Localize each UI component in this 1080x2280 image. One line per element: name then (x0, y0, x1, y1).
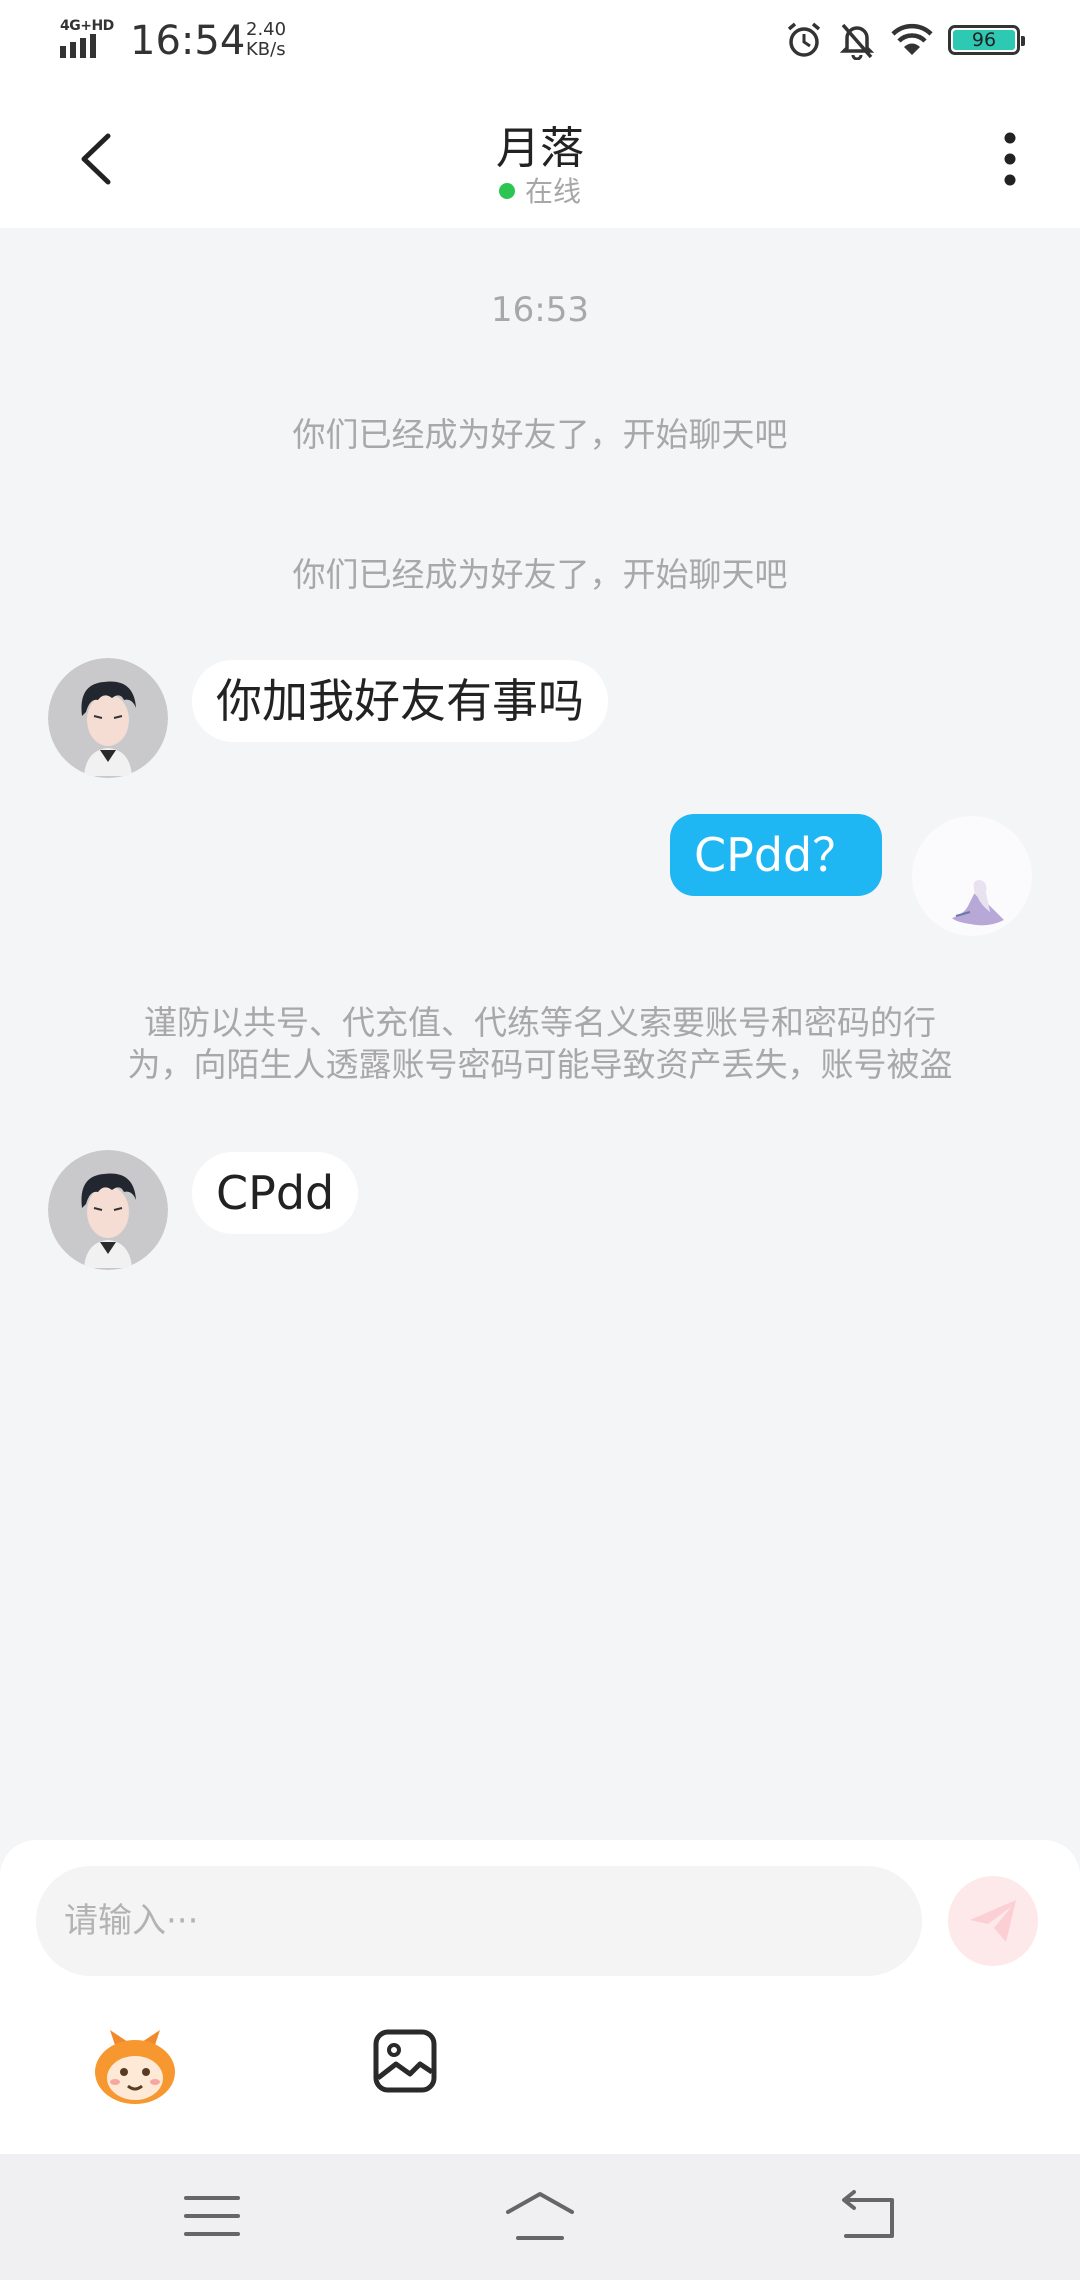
security-warning: 谨防以共号、代充值、代练等名义索要账号和密码的行 为，向陌生人透露账号密码可能导… (80, 1002, 1000, 1086)
send-icon (970, 1900, 1016, 1942)
user-avatar[interactable] (912, 816, 1032, 936)
bell-off-icon (839, 23, 875, 60)
battery-icon: 96 (948, 25, 1025, 55)
incoming-message[interactable]: 你加我好友有事吗 (192, 660, 608, 742)
send-button[interactable] (948, 1876, 1038, 1966)
speed-value: 2.40 (246, 19, 287, 40)
message-list[interactable]: 16:53 你们已经成为好友了，开始聊天吧 你们已经成为好友了，开始聊天吧 你加… (0, 228, 1080, 1840)
wifi-icon (891, 23, 933, 55)
home-icon[interactable] (504, 2188, 576, 2244)
system-message: 你们已经成为好友了，开始聊天吧 (292, 555, 788, 594)
status-bar: 4G+HD 16:54 2.40 KB/s 96 (0, 0, 1080, 84)
contact-avatar[interactable] (48, 1150, 168, 1270)
incoming-message[interactable]: CPdd (192, 1152, 359, 1234)
emoji-sticker-icon[interactable] (90, 2022, 180, 2112)
network-speed: 2.40 KB/s (246, 20, 286, 60)
image-picker-icon[interactable] (370, 2026, 440, 2096)
composer: 请输入··· (0, 1840, 1080, 2154)
outgoing-message[interactable]: CPdd？ (670, 814, 883, 896)
battery-level: 96 (971, 29, 997, 51)
network-type: 4G+HD (60, 18, 114, 34)
signal-icon: 4G+HD (60, 18, 114, 58)
more-options-icon[interactable] (990, 124, 1030, 194)
online-dot-icon (498, 183, 515, 199)
contact-avatar[interactable] (48, 658, 168, 778)
message-input[interactable]: 请输入··· (36, 1866, 922, 1976)
menu-icon[interactable] (180, 2188, 244, 2244)
chat-header: 月落 在线 (0, 84, 1080, 228)
back-nav-icon[interactable] (836, 2188, 900, 2244)
online-status-label: 在线 (524, 175, 581, 208)
security-warning-line: 为，向陌生人透露账号密码可能导致资产丢失，账号被盗 (127, 1045, 953, 1084)
system-message: 你们已经成为好友了，开始聊天吧 (292, 415, 788, 454)
security-warning-line: 谨防以共号、代充值、代练等名义索要账号和密码的行 (144, 1003, 936, 1042)
alarm-icon (787, 22, 821, 57)
contact-name: 月落 (496, 123, 584, 174)
message-timestamp: 16:53 (491, 290, 589, 330)
online-status: 在线 (0, 170, 1080, 210)
speed-unit: KB/s (246, 39, 286, 60)
clock: 16:54 (130, 18, 246, 64)
system-navigation-bar (0, 2154, 1080, 2280)
